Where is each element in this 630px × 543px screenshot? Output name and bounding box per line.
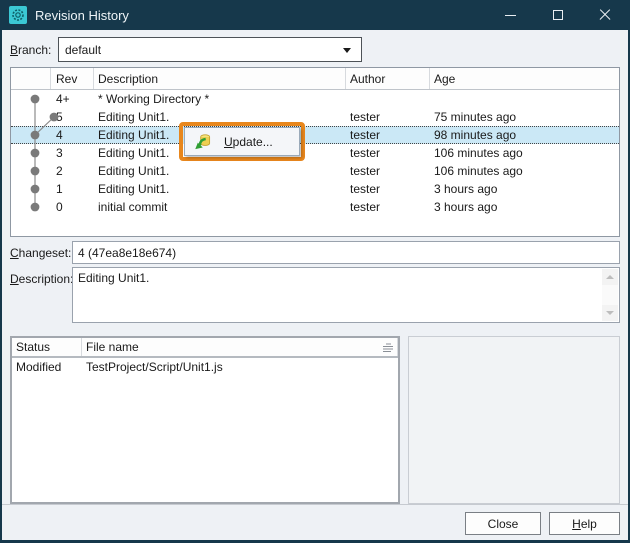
changeset-value: 4 (47ea8e18e674) — [78, 246, 176, 260]
dropdown-arrow-icon — [343, 48, 351, 53]
branch-dropdown[interactable]: default — [58, 37, 362, 62]
app-logo-icon — [11, 8, 25, 22]
maximize-icon — [553, 10, 563, 20]
scroll-up-button[interactable] — [602, 269, 618, 285]
close-window-button[interactable] — [581, 0, 628, 30]
footer-divider — [2, 504, 628, 505]
table-row[interactable]: 4+* Working Directory * — [11, 90, 619, 108]
menu-item-update-label: Update... — [224, 135, 273, 149]
context-menu: Update... — [184, 127, 300, 156]
column-header-author[interactable]: Author — [346, 68, 430, 89]
minimize-button[interactable] — [487, 0, 534, 30]
window-title: Revision History — [35, 8, 129, 23]
description-label: Description: — [10, 272, 73, 286]
branch-label: Branch: — [10, 43, 51, 57]
file-status: Modified — [12, 358, 82, 376]
titlebar: Revision History — [0, 0, 630, 30]
table-row[interactable]: 2Editing Unit1.tester106 minutes ago — [11, 162, 619, 180]
file-name: TestProject/Script/Unit1.js — [82, 358, 398, 376]
branch-selected-value: default — [65, 43, 101, 57]
menu-item-update[interactable]: Update... — [185, 128, 299, 155]
description-scrollbar[interactable] — [602, 269, 618, 321]
files-table-header: Status File name — [12, 338, 398, 358]
column-header-graph[interactable] — [11, 68, 51, 89]
window-controls — [487, 0, 628, 30]
revision-rows: 4+* Working Directory * 5Editing Unit1.t… — [11, 90, 619, 216]
arrow-up-icon — [606, 275, 614, 279]
column-header-status[interactable]: Status — [12, 338, 82, 356]
table-row[interactable]: 1Editing Unit1.tester3 hours ago — [11, 180, 619, 198]
table-row[interactable]: 0initial committester3 hours ago — [11, 198, 619, 216]
column-header-age[interactable]: Age — [430, 68, 619, 89]
file-preview-panel — [408, 336, 620, 504]
table-row[interactable]: 5Editing Unit1.tester75 minutes ago — [11, 108, 619, 126]
file-row[interactable]: Modified TestProject/Script/Unit1.js — [12, 358, 398, 376]
close-button-label: Close — [488, 517, 519, 531]
arrow-down-icon — [606, 311, 614, 315]
revision-history-window: Revision History Branch: default Rev Des… — [0, 0, 630, 543]
close-icon — [599, 9, 611, 21]
table-row[interactable]: 3Editing Unit1.tester106 minutes ago — [11, 144, 619, 162]
app-icon — [9, 6, 27, 24]
revision-table-header: Rev Description Author Age — [11, 68, 619, 90]
changeset-field[interactable]: 4 (47ea8e18e674) — [72, 241, 620, 264]
highlight-annotation: Update... — [179, 122, 305, 161]
minimize-icon — [505, 15, 516, 16]
description-value: Editing Unit1. — [78, 271, 149, 285]
update-icon — [194, 133, 211, 150]
changeset-label: Changeset: — [10, 246, 71, 260]
close-button[interactable]: Close — [465, 512, 541, 535]
files-table: Status File name Modified TestProject/Sc… — [10, 336, 400, 504]
column-header-rev[interactable]: Rev — [51, 68, 94, 89]
column-header-description[interactable]: Description — [94, 68, 346, 89]
description-textarea[interactable]: Editing Unit1. — [72, 267, 620, 323]
window-border — [0, 0, 2, 543]
sort-icon — [382, 342, 394, 354]
maximize-button[interactable] — [534, 0, 581, 30]
scroll-down-button[interactable] — [602, 305, 618, 321]
help-button-label: Help — [572, 517, 597, 531]
revision-table: Rev Description Author Age 4+* Working D… — [10, 67, 620, 237]
help-button[interactable]: Help — [549, 512, 620, 535]
table-row-selected[interactable]: 4Editing Unit1.tester98 minutes ago — [11, 126, 619, 144]
column-header-file-name[interactable]: File name — [82, 338, 398, 356]
